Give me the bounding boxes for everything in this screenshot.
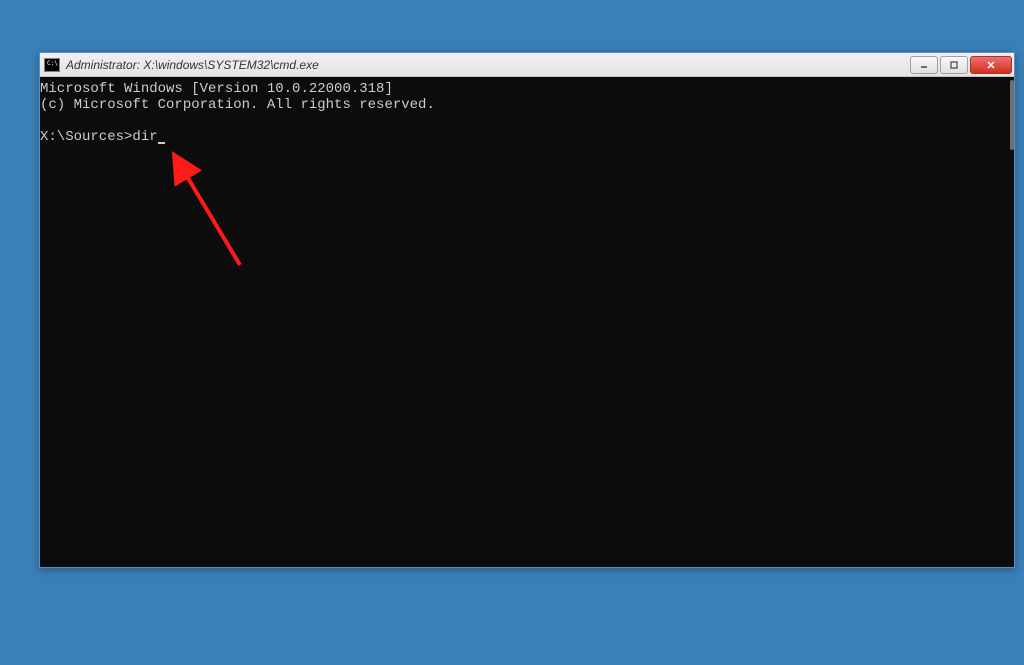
terminal-content: Microsoft Windows [Version 10.0.22000.31… xyxy=(40,81,1014,145)
terminal-command: dir xyxy=(132,129,157,145)
minimize-icon xyxy=(919,60,929,70)
minimize-button[interactable] xyxy=(910,56,938,74)
terminal-header-2: (c) Microsoft Corporation. All rights re… xyxy=(40,97,435,113)
window-title: Administrator: X:\windows\SYSTEM32\cmd.e… xyxy=(66,58,910,72)
maximize-button[interactable] xyxy=(940,56,968,74)
window-controls xyxy=(910,56,1012,74)
titlebar[interactable]: C:\ Administrator: X:\windows\SYSTEM32\c… xyxy=(40,53,1014,77)
terminal-header-1: Microsoft Windows [Version 10.0.22000.31… xyxy=(40,81,393,97)
maximize-icon xyxy=(949,60,959,70)
cmd-icon: C:\ xyxy=(44,58,60,72)
terminal-prompt: X:\Sources> xyxy=(40,129,132,145)
cmd-icon-text: C:\ xyxy=(47,61,58,67)
cmd-window: C:\ Administrator: X:\windows\SYSTEM32\c… xyxy=(39,52,1015,568)
vertical-scrollbar[interactable] xyxy=(1010,80,1014,150)
terminal-cursor xyxy=(158,142,165,144)
close-button[interactable] xyxy=(970,56,1012,74)
close-icon xyxy=(986,60,996,70)
terminal-prompt-line: X:\Sources>dir xyxy=(40,129,165,145)
terminal-area[interactable]: Microsoft Windows [Version 10.0.22000.31… xyxy=(40,77,1014,567)
